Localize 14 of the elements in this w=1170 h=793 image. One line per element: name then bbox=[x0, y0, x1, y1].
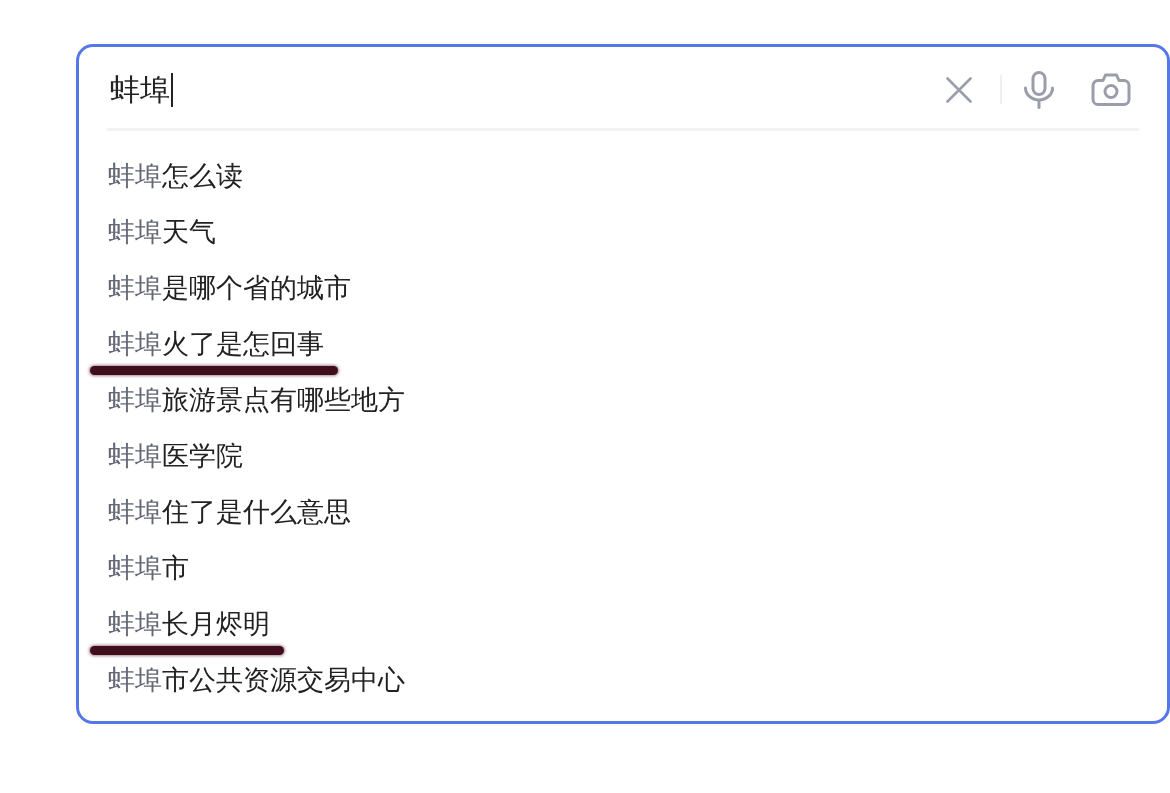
search-field[interactable]: 蚌埠 bbox=[110, 67, 946, 112]
camera-icon[interactable] bbox=[1091, 73, 1131, 106]
suggestion-item[interactable]: 蚌埠医学院 bbox=[108, 439, 243, 473]
suggestion-item[interactable]: 蚌埠怎么读 bbox=[108, 159, 243, 193]
microphone-icon[interactable] bbox=[1024, 70, 1054, 109]
suggestion-item[interactable]: 蚌埠市 bbox=[108, 551, 189, 585]
suggestion-item[interactable]: 蚌埠是哪个省的城市 bbox=[108, 271, 351, 305]
suggestion-item[interactable]: 蚌埠火了是怎回事 bbox=[108, 327, 324, 361]
suggestion-item[interactable]: 蚌埠住了是什么意思 bbox=[108, 495, 351, 529]
suggestion-item[interactable]: 蚌埠市公共资源交易中心 bbox=[108, 663, 405, 697]
suggestion-item[interactable]: 蚌埠长月烬明 bbox=[108, 607, 270, 641]
close-icon[interactable] bbox=[946, 76, 972, 103]
suggestion-item[interactable]: 蚌埠旅游景点有哪些地方 bbox=[108, 383, 405, 417]
suggestion-item[interactable]: 蚌埠天气 bbox=[108, 215, 216, 249]
